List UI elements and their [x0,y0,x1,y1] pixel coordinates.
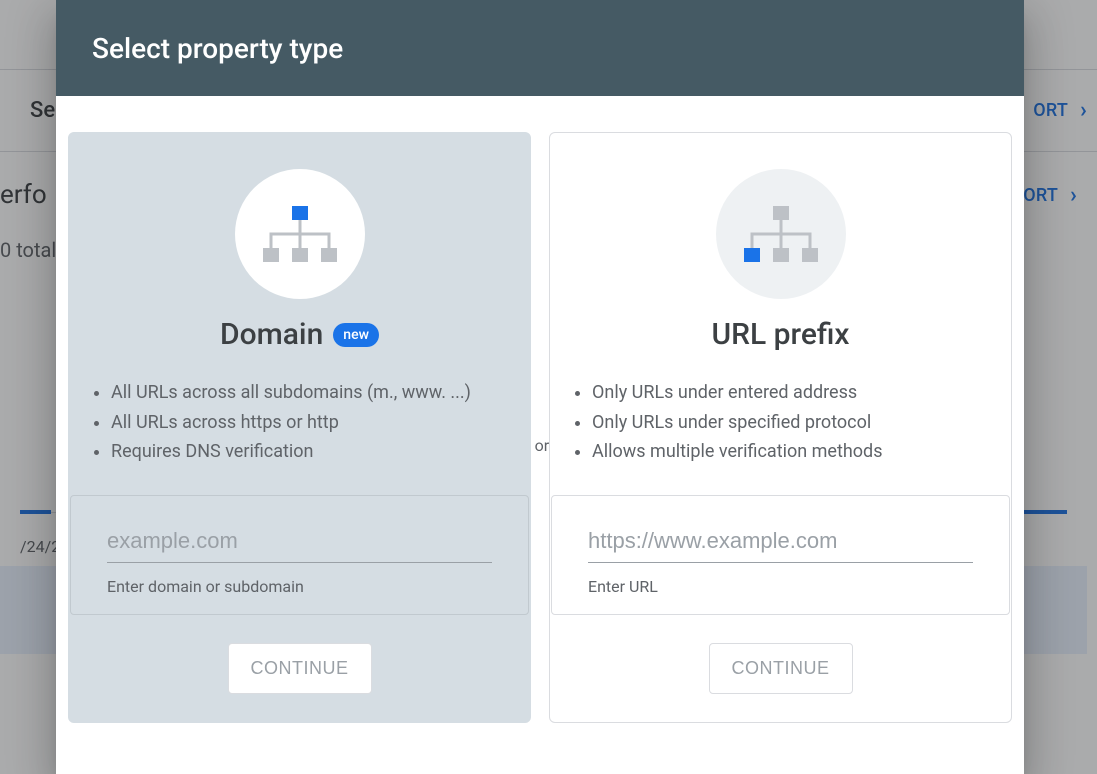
url-prefix-input[interactable] [588,524,973,563]
or-separator: or [535,436,550,455]
dialog-title: Select property type [92,32,343,65]
url-prefix-bullets: Only URLs under entered address Only URL… [550,378,1011,467]
dialog-header: Select property type [56,0,1024,96]
domain-continue-button[interactable]: CONTINUE [228,643,372,694]
url-prefix-property-card[interactable]: URL prefix Only URLs under entered addre… [549,132,1012,723]
domain-helper-text: Enter domain or subdomain [107,577,492,596]
domain-input-container: Enter domain or subdomain [70,495,529,615]
url-prefix-helper-text: Enter URL [588,577,973,596]
domain-card-title: Domain [220,317,323,352]
domain-bullets: All URLs across all subdomains (m., www.… [69,378,530,467]
domain-diagram-icon [235,169,365,299]
new-badge: new [333,323,379,347]
url-prefix-diagram-icon [716,169,846,299]
domain-input[interactable] [107,524,492,563]
url-prefix-continue-button[interactable]: CONTINUE [709,643,853,694]
url-prefix-card-title: URL prefix [711,317,849,352]
url-prefix-input-container: Enter URL [551,495,1010,615]
domain-property-card[interactable]: Domain new All URLs across all subdomain… [68,132,531,723]
select-property-type-dialog: Select property type or Domain new All U… [56,0,1024,774]
